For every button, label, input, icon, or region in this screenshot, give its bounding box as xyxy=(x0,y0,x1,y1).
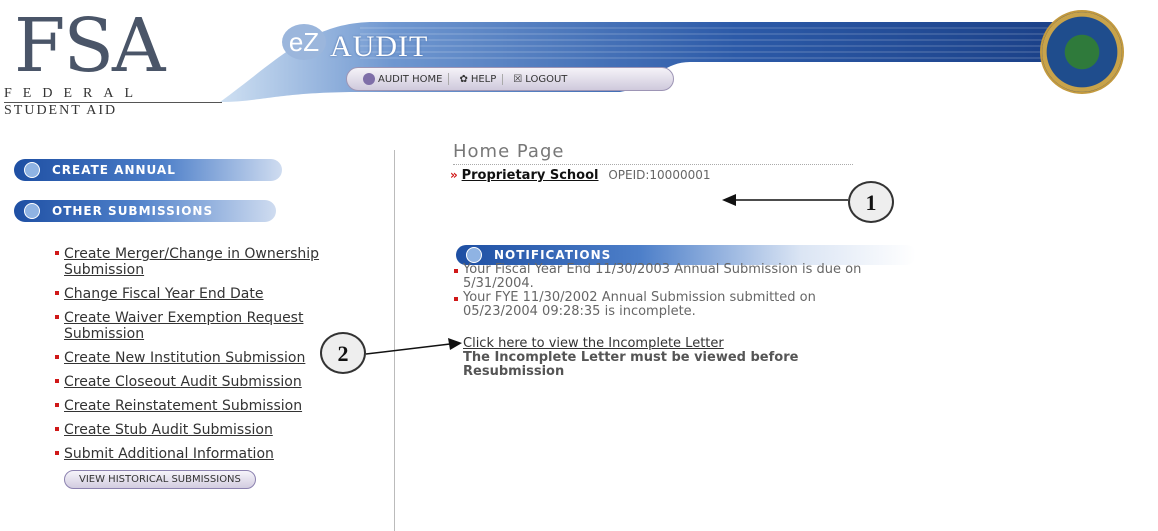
ez-icon xyxy=(24,203,40,219)
nav-label: HELP xyxy=(470,73,497,85)
list-item: Create Stub Audit Submission xyxy=(55,422,364,438)
nav-label: AUDIT HOME xyxy=(378,73,443,85)
help-icon: ✿ xyxy=(459,73,468,85)
bullet-icon xyxy=(454,297,458,301)
list-item: Create Closeout Audit Submission xyxy=(55,374,364,390)
ez-icon xyxy=(466,247,482,263)
ez-icon xyxy=(24,162,40,178)
ez-logo-icon: eZ xyxy=(282,24,326,60)
bullet-icon xyxy=(55,403,59,407)
page-title: Home Page xyxy=(453,141,565,162)
section-title: CREATE ANNUAL SUBMISSIONS xyxy=(52,163,176,199)
notification-item: Your Fiscal Year End 11/30/2003 Annual S… xyxy=(454,263,874,291)
bullet-icon xyxy=(55,315,59,319)
nav-logout[interactable]: ☒ LOGOUT xyxy=(507,74,573,85)
fsa-logo-text: FSA xyxy=(14,3,165,89)
nav-label: LOGOUT xyxy=(525,73,568,85)
section-title: OTHER SUBMISSIONS xyxy=(52,204,214,218)
create-stub-audit-link[interactable]: Create Stub Audit Submission xyxy=(64,422,273,438)
school-name-link[interactable]: Proprietary School xyxy=(462,168,599,183)
callout-1-arrow xyxy=(722,194,848,206)
list-item: VIEW HISTORICAL SUBMISSIONS xyxy=(64,470,364,489)
notification-text: Your FYE 11/30/2002 Annual Submission su… xyxy=(463,290,816,319)
create-closeout-link[interactable]: Create Closeout Audit Submission xyxy=(64,374,302,390)
double-arrow-icon: » xyxy=(450,168,458,182)
logo-line2: STUDENT AID xyxy=(4,103,118,118)
submit-additional-info-link[interactable]: Submit Additional Information xyxy=(64,446,274,462)
bullet-icon xyxy=(55,355,59,359)
view-historical-submissions-button[interactable]: VIEW HISTORICAL SUBMISSIONS xyxy=(64,470,256,489)
list-item: Submit Additional Information xyxy=(55,446,364,462)
change-fiscal-year-link[interactable]: Change Fiscal Year End Date xyxy=(64,286,264,302)
home-icon xyxy=(363,73,375,85)
title-divider xyxy=(453,164,853,165)
list-item: Create Merger/Change in Ownership Submis… xyxy=(55,246,364,278)
logo-line1: FEDERAL xyxy=(4,86,144,101)
school-row: » Proprietary School OPEID:10000001 xyxy=(450,168,711,183)
bullet-icon xyxy=(55,451,59,455)
callout-2-arrow xyxy=(365,338,462,355)
nav-help[interactable]: ✿ HELP xyxy=(453,73,504,85)
opeid-label: OPEID:10000001 xyxy=(608,168,711,182)
bullet-icon xyxy=(55,291,59,295)
bullet-icon xyxy=(454,269,458,273)
create-waiver-link[interactable]: Create Waiver Exemption Request Submissi… xyxy=(64,310,303,342)
app-title: AUDIT xyxy=(330,30,429,63)
other-submissions-header: OTHER SUBMISSIONS xyxy=(14,200,276,222)
nav-audit-home[interactable]: AUDIT HOME xyxy=(357,73,450,85)
notifications-list: Your Fiscal Year End 11/30/2003 Annual S… xyxy=(454,263,874,319)
list-item: Create Reinstatement Submission xyxy=(55,398,364,414)
other-submissions-list: Create Merger/Change in Ownership Submis… xyxy=(55,246,364,497)
logout-icon: ☒ xyxy=(513,73,523,85)
bullet-icon xyxy=(55,427,59,431)
bullet-icon xyxy=(55,251,59,255)
callout-2: 2 xyxy=(320,332,366,374)
section-title: NOTIFICATIONS xyxy=(494,248,612,262)
notification-item: Your FYE 11/30/2002 Annual Submission su… xyxy=(454,291,874,319)
list-item: Create Waiver Exemption Request Submissi… xyxy=(55,310,364,342)
bullet-icon xyxy=(55,379,59,383)
list-item: Create New Institution Submission xyxy=(55,350,364,366)
view-incomplete-letter-link[interactable]: Click here to view the Incomplete Letter xyxy=(463,336,724,351)
callout-1: 1 xyxy=(848,181,894,223)
create-annual-submissions-header[interactable]: CREATE ANNUAL SUBMISSIONS xyxy=(14,159,282,199)
create-new-institution-link[interactable]: Create New Institution Submission xyxy=(64,350,305,366)
notification-text: Your Fiscal Year End 11/30/2003 Annual S… xyxy=(463,262,862,291)
list-item: Change Fiscal Year End Date xyxy=(55,286,364,302)
top-nav: AUDIT HOME ✿ HELP ☒ LOGOUT xyxy=(346,67,674,91)
department-seal-icon xyxy=(1040,10,1124,94)
create-reinstatement-link[interactable]: Create Reinstatement Submission xyxy=(64,398,302,414)
create-merger-link[interactable]: Create Merger/Change in Ownership Submis… xyxy=(64,246,319,278)
incomplete-warning-text: The Incomplete Letter must be viewed bef… xyxy=(463,350,799,379)
